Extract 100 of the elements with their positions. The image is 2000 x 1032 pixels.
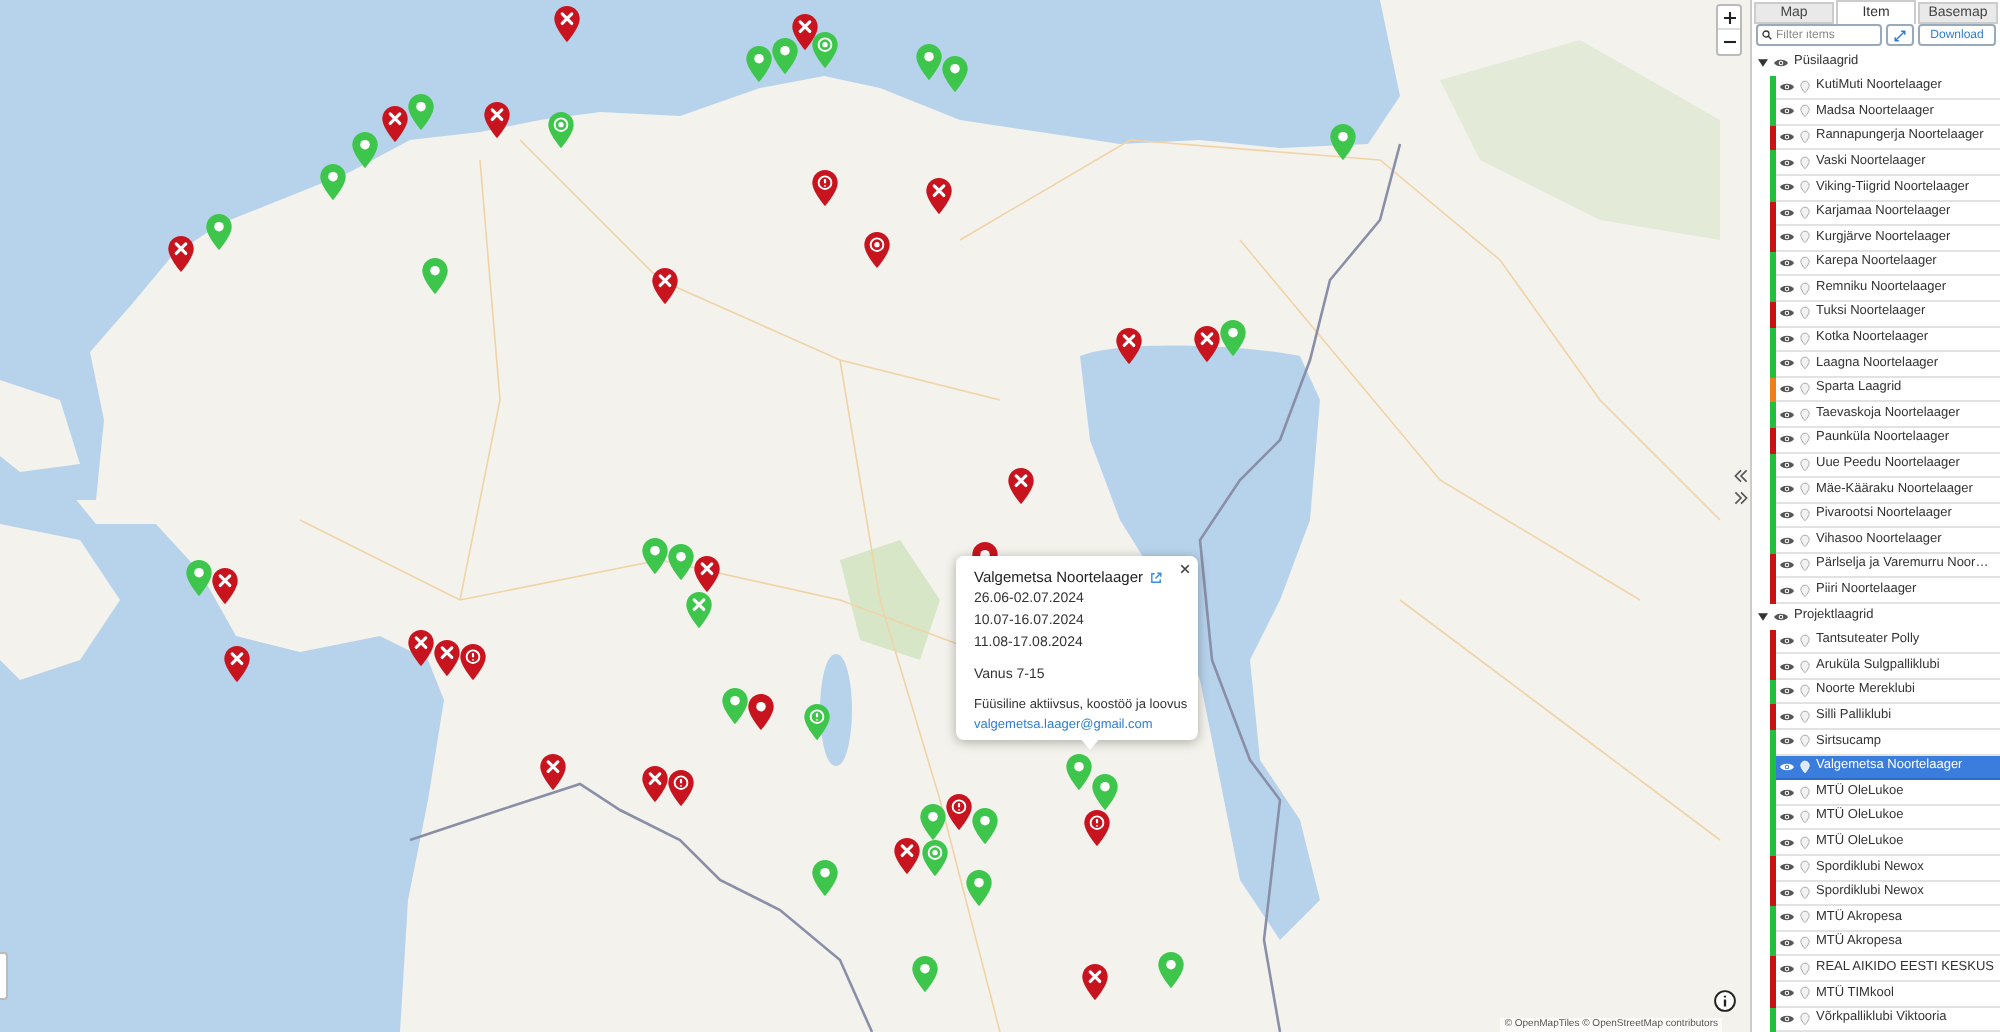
- eye-icon[interactable]: [1780, 862, 1794, 873]
- eye-icon[interactable]: [1780, 585, 1794, 596]
- map-pin-cross-icon[interactable]: [483, 101, 509, 137]
- map-pin-cross-icon[interactable]: [1081, 963, 1107, 999]
- minus-icon: [1723, 40, 1735, 44]
- eye-icon[interactable]: [1780, 232, 1794, 243]
- map-pin-icon: [1800, 457, 1810, 472]
- map-pin-icon: [1800, 810, 1810, 825]
- eye-icon[interactable]: [1780, 308, 1794, 319]
- map-pin-icon: [1800, 910, 1810, 925]
- map-pin-icon: [1800, 432, 1810, 447]
- map-pin-cross-icon[interactable]: [381, 105, 407, 141]
- eye-icon[interactable]: [1780, 207, 1794, 218]
- map-pin-cross-icon[interactable]: [1115, 327, 1141, 363]
- map-pin-ring-icon[interactable]: [863, 231, 889, 267]
- chevrons-right-icon[interactable]: [1734, 490, 1748, 506]
- map-pin-ring-icon[interactable]: [811, 31, 837, 67]
- eye-icon[interactable]: [1780, 938, 1794, 949]
- map-pin-info-icon[interactable]: [667, 769, 693, 805]
- map-pin-cross-icon[interactable]: [693, 555, 719, 591]
- eye-icon[interactable]: [1780, 635, 1794, 646]
- map-pin-icon: [1800, 709, 1810, 724]
- map-pin-cross-icon[interactable]: [1193, 325, 1219, 361]
- eye-icon[interactable]: [1780, 384, 1794, 395]
- eye-icon[interactable]: [1780, 132, 1794, 143]
- map-pin-cross-icon[interactable]: [223, 645, 249, 681]
- eye-icon[interactable]: [1780, 283, 1794, 294]
- map-pin-icon: [1800, 482, 1810, 497]
- caret-icon[interactable]: [1758, 57, 1768, 68]
- close-icon[interactable]: [1180, 564, 1190, 574]
- map-pin-icon: [1800, 986, 1810, 1001]
- expand-button[interactable]: [1886, 24, 1914, 46]
- eye-icon[interactable]: [1780, 837, 1794, 848]
- eye-icon[interactable]: [1780, 484, 1794, 495]
- eye-icon[interactable]: [1780, 258, 1794, 269]
- external-link-icon[interactable]: [1149, 572, 1161, 584]
- map-pin-cross-icon[interactable]: [651, 267, 677, 303]
- map-pin-icon: [1800, 104, 1810, 119]
- map-pin-cross-icon[interactable]: [1007, 467, 1033, 503]
- map-pin-cross-icon[interactable]: [167, 235, 193, 271]
- map-pin-icon: [1800, 936, 1810, 951]
- caret-icon[interactable]: [1758, 611, 1768, 622]
- eye-icon[interactable]: [1780, 711, 1794, 722]
- eye-icon[interactable]: [1780, 459, 1794, 470]
- eye-icon[interactable]: [1780, 661, 1794, 672]
- eye-icon[interactable]: [1780, 686, 1794, 697]
- map-pin-icon: [1800, 533, 1810, 548]
- map-pin-icon: [1800, 835, 1810, 850]
- map-pin-info-icon[interactable]: [459, 643, 485, 679]
- eye-icon[interactable]: [1780, 963, 1794, 974]
- map-pin-icon: [1800, 306, 1810, 321]
- map-pin-icon: [1800, 155, 1810, 170]
- map-pin-icon: [1800, 659, 1810, 674]
- eye-icon[interactable]: [1780, 560, 1794, 571]
- map-pin-info-icon[interactable]: [945, 793, 971, 829]
- eye-icon[interactable]: [1780, 358, 1794, 369]
- map-pin-icon: [1800, 1011, 1810, 1026]
- eye-icon[interactable]: [1780, 912, 1794, 923]
- chevrons-left-icon[interactable]: [1734, 468, 1748, 484]
- eye-icon[interactable]: [1780, 988, 1794, 999]
- map-pin-icon: [1800, 885, 1810, 900]
- map-pin-info-icon[interactable]: [1083, 809, 1109, 845]
- map-pin-cross-icon[interactable]: [407, 629, 433, 665]
- map-pin-cross-icon[interactable]: [433, 639, 459, 675]
- eye-icon[interactable]: [1780, 736, 1794, 747]
- eye-icon[interactable]: [1780, 157, 1794, 168]
- eye-icon[interactable]: [1780, 1013, 1794, 1024]
- eye-icon[interactable]: [1780, 887, 1794, 898]
- eye-icon[interactable]: [1774, 57, 1788, 68]
- eye-icon[interactable]: [1780, 787, 1794, 798]
- map-pin-icon: [1800, 734, 1810, 749]
- eye-icon[interactable]: [1780, 409, 1794, 420]
- map-pin-cross-icon[interactable]: [925, 177, 951, 213]
- eye-icon[interactable]: [1780, 434, 1794, 445]
- eye-icon[interactable]: [1774, 611, 1788, 622]
- map-pin-icon: [1800, 684, 1810, 699]
- map-pin-info-icon[interactable]: [811, 169, 837, 205]
- map-pin-icon: [1800, 130, 1810, 145]
- eye-icon[interactable]: [1780, 535, 1794, 546]
- zoom-in-button[interactable]: [1718, 6, 1740, 30]
- map-pin-cross-icon[interactable]: [641, 765, 667, 801]
- map-pin-icon: [1800, 180, 1810, 195]
- eye-icon[interactable]: [1780, 812, 1794, 823]
- map-pin-cross-icon[interactable]: [893, 837, 919, 873]
- eye-icon[interactable]: [1780, 182, 1794, 193]
- map-pin-icon: [1800, 79, 1810, 94]
- eye-icon[interactable]: [1780, 333, 1794, 344]
- eye-icon[interactable]: [1780, 509, 1794, 520]
- map-pin-icon: [1800, 633, 1810, 648]
- map-pin-icon: [1800, 256, 1810, 271]
- lake: [820, 654, 852, 766]
- map-pin-cross-icon[interactable]: [211, 567, 237, 603]
- eye-icon[interactable]: [1780, 761, 1794, 772]
- map-pin-cross-icon[interactable]: [553, 5, 579, 41]
- eye-icon[interactable]: [1780, 81, 1794, 92]
- map-pin-cross-icon[interactable]: [539, 753, 565, 789]
- eye-icon[interactable]: [1780, 106, 1794, 117]
- map-pin-icon: [1800, 860, 1810, 875]
- map-pin-icon: [1800, 356, 1810, 371]
- map-pin-icon[interactable]: [747, 693, 773, 729]
